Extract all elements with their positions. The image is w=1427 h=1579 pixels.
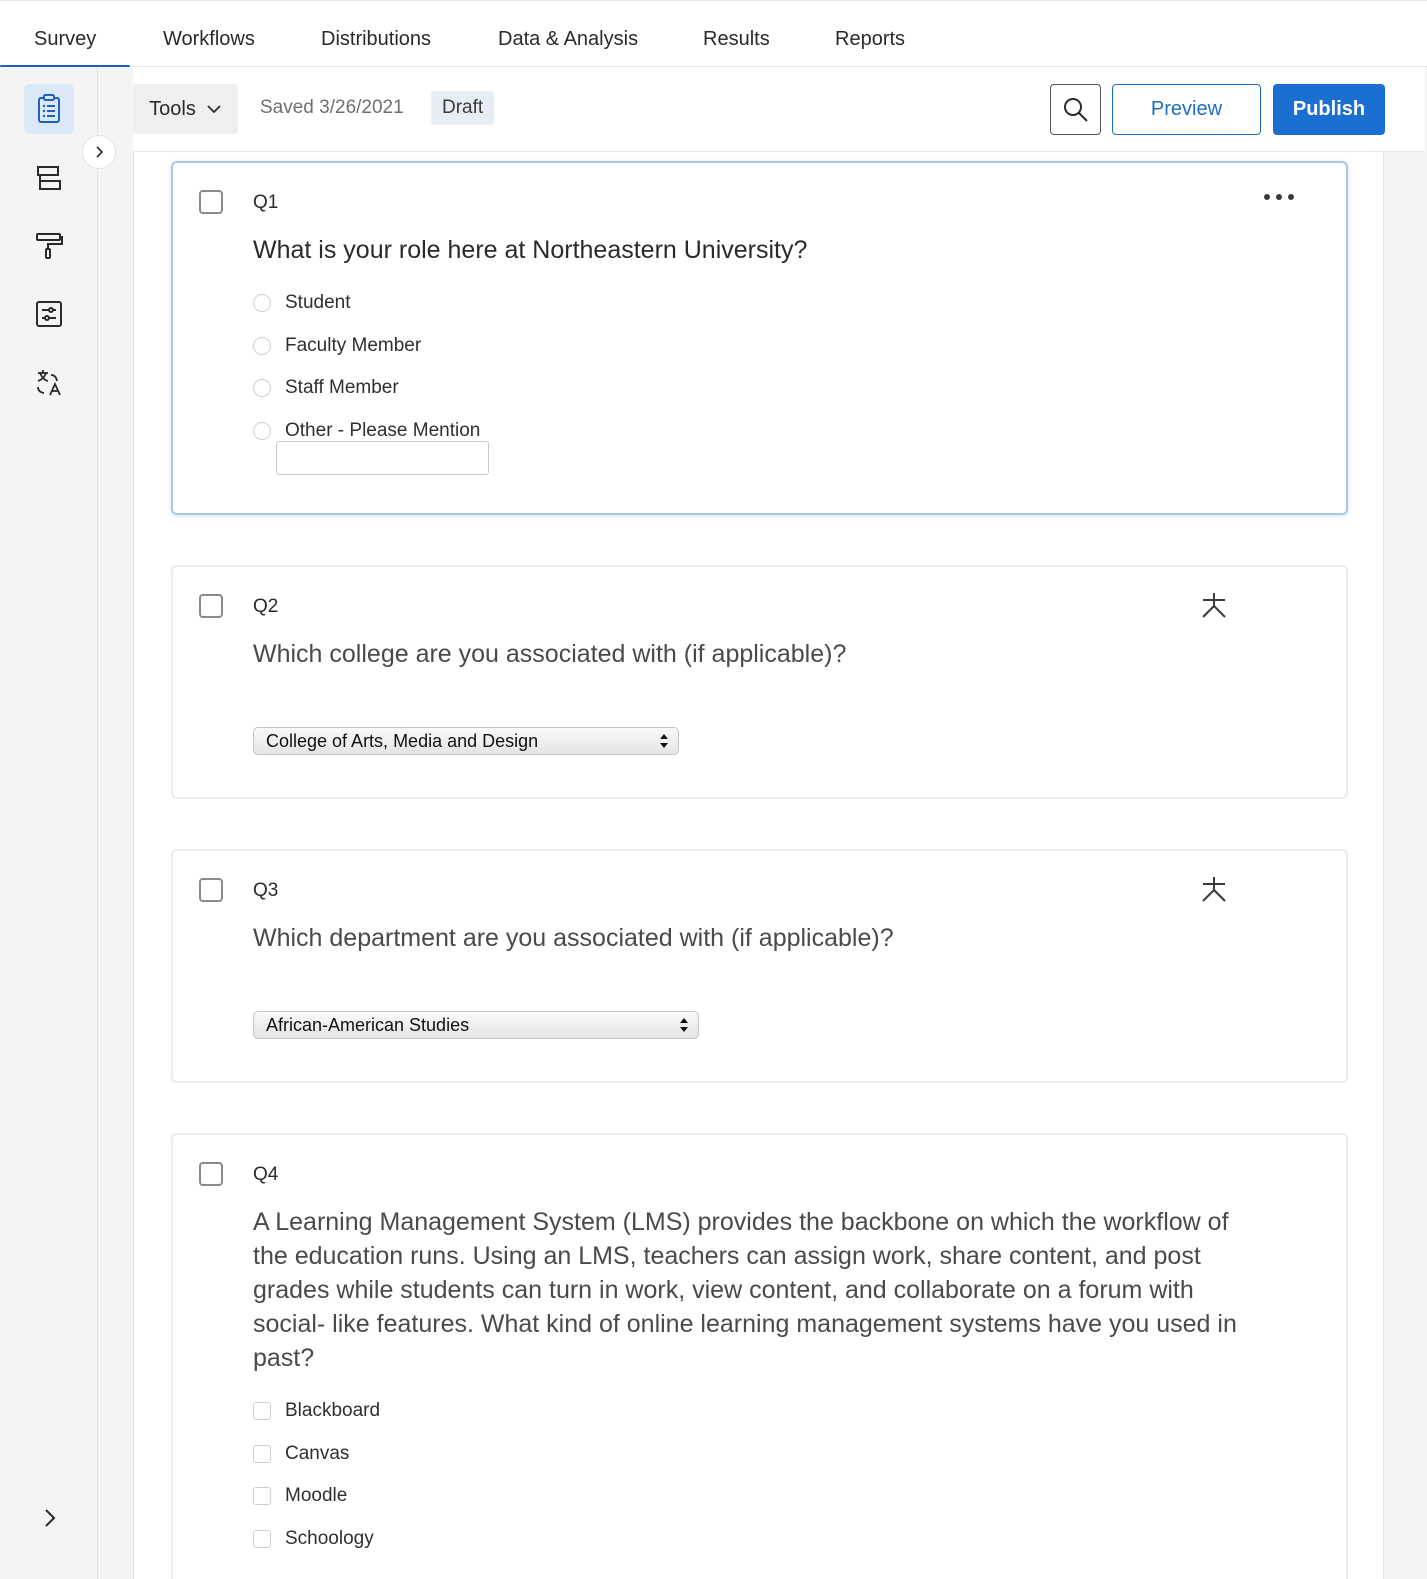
tab-distributions[interactable]: Distributions bbox=[287, 11, 465, 67]
radio-button[interactable] bbox=[253, 379, 271, 397]
required-asterisk-icon bbox=[1202, 877, 1226, 902]
survey-flow-icon bbox=[37, 166, 61, 190]
radio-button[interactable] bbox=[253, 337, 271, 355]
chevron-down-icon bbox=[207, 105, 221, 114]
required-asterisk-icon bbox=[1202, 593, 1226, 618]
question-text: Which department are you associated with… bbox=[253, 924, 894, 952]
top-navigation: Survey Workflows Distributions Data & An… bbox=[0, 0, 1427, 68]
question-number: Q3 bbox=[253, 880, 279, 901]
question-text: Which college are you associated with (i… bbox=[253, 640, 847, 668]
preview-button[interactable]: Preview bbox=[1112, 84, 1261, 135]
translate-icon bbox=[37, 370, 61, 396]
search-button[interactable] bbox=[1050, 84, 1101, 135]
sidebar-item-translate[interactable] bbox=[24, 357, 74, 407]
checkbox[interactable] bbox=[253, 1530, 271, 1548]
answer-option[interactable]: Moodle bbox=[253, 1484, 347, 1508]
radio-button[interactable] bbox=[253, 294, 271, 312]
chevron-right-icon bbox=[96, 146, 104, 158]
answer-option[interactable]: Blackboard bbox=[253, 1399, 380, 1423]
question-select-checkbox[interactable] bbox=[199, 878, 223, 902]
survey-options-icon bbox=[36, 301, 62, 327]
answer-option[interactable]: Faculty Member bbox=[253, 334, 421, 358]
dropdown-selected-value: African-American Studies bbox=[266, 1015, 470, 1035]
option-label: Schoology bbox=[285, 1528, 374, 1549]
other-text-input[interactable] bbox=[276, 441, 489, 475]
question-number: Q2 bbox=[253, 596, 279, 617]
answer-option[interactable]: Other - Please Mention bbox=[253, 419, 480, 443]
publish-button[interactable]: Publish bbox=[1273, 84, 1385, 135]
tools-dropdown-button[interactable]: Tools bbox=[133, 84, 238, 134]
option-label: Blackboard bbox=[285, 1400, 381, 1421]
answer-option[interactable]: Schoology bbox=[253, 1527, 374, 1551]
department-dropdown[interactable]: African-American Studies bbox=[253, 1011, 699, 1039]
status-badge: Draft bbox=[431, 91, 495, 125]
question-card-q4[interactable]: Q4 A Learning Management System (LMS) pr… bbox=[171, 1133, 1348, 1579]
answer-option[interactable]: Staff Member bbox=[253, 376, 399, 400]
dropdown-arrows-icon bbox=[660, 734, 668, 748]
option-label: Faculty Member bbox=[285, 335, 422, 356]
sidebar-item-look-and-feel[interactable] bbox=[24, 221, 74, 271]
look-and-feel-paint-roller-icon bbox=[36, 233, 63, 259]
option-label: Moodle bbox=[285, 1485, 348, 1506]
college-dropdown[interactable]: College of Arts, Media and Design bbox=[253, 727, 679, 755]
sidebar-item-survey-options[interactable] bbox=[24, 289, 74, 339]
tab-survey[interactable]: Survey bbox=[0, 11, 131, 68]
more-options-icon[interactable] bbox=[1264, 189, 1294, 205]
answer-option[interactable]: Student bbox=[253, 291, 351, 315]
option-label: Student bbox=[285, 292, 351, 313]
answer-option[interactable]: Canvas bbox=[253, 1442, 349, 1466]
tools-label: Tools bbox=[149, 97, 196, 120]
expand-sidebar-button[interactable] bbox=[36, 1504, 64, 1532]
question-card-q3[interactable]: Q3 Which department are you associated w… bbox=[171, 849, 1348, 1083]
option-label: Staff Member bbox=[285, 377, 399, 398]
checkbox[interactable] bbox=[253, 1445, 271, 1463]
question-text: A Learning Management System (LMS) provi… bbox=[253, 1208, 1237, 1372]
option-label: Other - Please Mention bbox=[285, 420, 481, 441]
question-number: Q4 bbox=[253, 1164, 279, 1185]
dropdown-selected-value: College of Arts, Media and Design bbox=[266, 731, 539, 751]
saved-status-text: Saved 3/26/2021 bbox=[260, 97, 404, 118]
editor-toolbar: Tools Saved 3/26/2021 Draft Preview Publ… bbox=[133, 67, 1425, 152]
dropdown-arrows-icon bbox=[680, 1018, 688, 1032]
chevron-right-icon bbox=[45, 1509, 56, 1527]
sidebar-item-survey-flow[interactable] bbox=[24, 153, 74, 203]
survey-clipboard-icon bbox=[38, 94, 60, 123]
question-select-checkbox[interactable] bbox=[199, 1162, 223, 1186]
question-select-checkbox[interactable] bbox=[199, 190, 223, 214]
question-number: Q1 bbox=[253, 192, 279, 213]
left-sidebar bbox=[0, 67, 98, 1579]
checkbox[interactable] bbox=[253, 1487, 271, 1505]
question-select-checkbox[interactable] bbox=[199, 594, 223, 618]
radio-button[interactable] bbox=[253, 422, 271, 440]
tab-workflows[interactable]: Workflows bbox=[129, 11, 289, 67]
search-icon bbox=[1063, 97, 1088, 122]
option-label: Canvas bbox=[285, 1443, 350, 1464]
tab-reports[interactable]: Reports bbox=[801, 11, 939, 67]
sidebar-item-survey[interactable] bbox=[24, 84, 74, 134]
collapse-sidebar-toggle[interactable] bbox=[82, 135, 116, 169]
question-text: What is your role here at Northeastern U… bbox=[253, 236, 808, 264]
tab-data-analysis[interactable]: Data & Analysis bbox=[464, 11, 672, 67]
question-card-q1[interactable]: Q1 What is your role here at Northeaster… bbox=[171, 161, 1348, 515]
checkbox[interactable] bbox=[253, 1402, 271, 1420]
tab-results[interactable]: Results bbox=[669, 11, 804, 67]
question-card-q2[interactable]: Q2 Which college are you associated with… bbox=[171, 565, 1348, 799]
